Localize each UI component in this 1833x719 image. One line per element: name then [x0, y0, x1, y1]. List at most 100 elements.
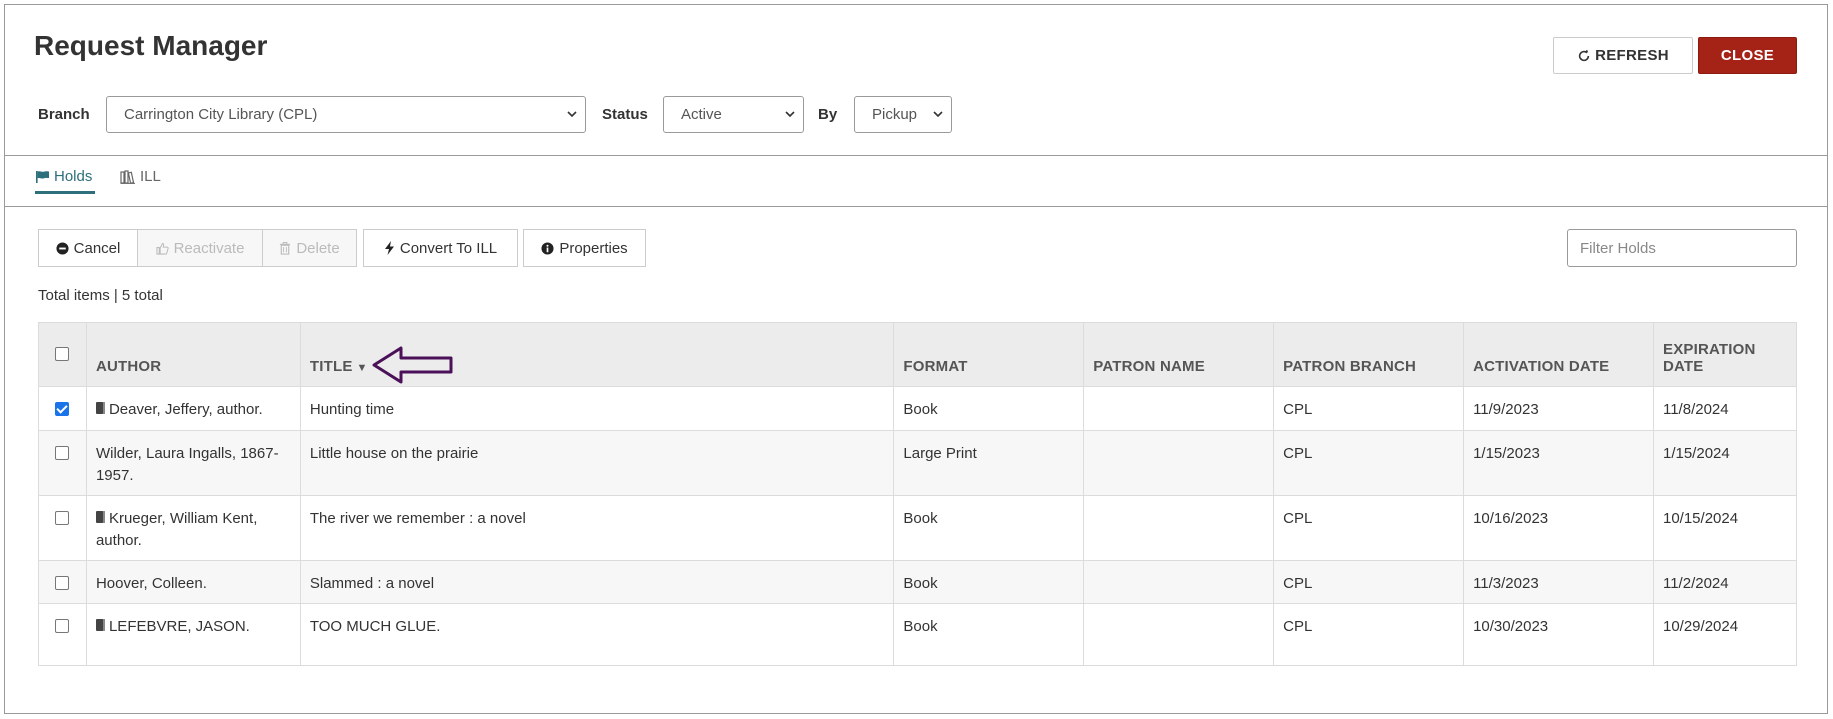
- reactivate-button[interactable]: Reactivate: [137, 229, 263, 267]
- cancel-label: Cancel: [73, 239, 121, 257]
- table-header-row: AUTHOR TITLE ▼ FORMAT PATRON NAME PATRON …: [38, 322, 1798, 387]
- cell-title: TOO MUCH GLUE.: [299, 603, 895, 666]
- tab-holds[interactable]: Holds: [35, 168, 92, 185]
- properties-label: Properties: [559, 239, 628, 257]
- cell-author: LEFEBVRE, JASON.: [85, 603, 301, 666]
- active-tab-indicator: [35, 191, 95, 194]
- table-row[interactable]: Wilder, Laura Ingalls, 1867-1957. Little …: [38, 430, 1798, 496]
- cell-title: Little house on the prairie: [299, 430, 895, 496]
- column-header-author[interactable]: AUTHOR: [85, 322, 301, 387]
- row-checkbox[interactable]: [55, 619, 70, 634]
- book-icon: [95, 619, 105, 631]
- table-row[interactable]: LEFEBVRE, JASON. TOO MUCH GLUE. Book CPL 10/…: [38, 603, 1798, 666]
- cell-patron-branch: CPL: [1273, 560, 1465, 604]
- tab-ill[interactable]: ILL: [120, 168, 161, 185]
- cell-patron-name: [1083, 386, 1275, 431]
- cell-expiration-date: 11/2/2024: [1652, 560, 1798, 604]
- info-circle-icon: [541, 241, 554, 255]
- table-row[interactable]: Deaver, Jeffery, author. Hunting time Book…: [38, 386, 1798, 431]
- cell-patron-branch: CPL: [1273, 495, 1465, 561]
- properties-button[interactable]: Properties: [523, 229, 646, 267]
- cell-expiration-date: 10/29/2024: [1652, 603, 1798, 666]
- row-select-cell[interactable]: [38, 560, 87, 604]
- status-select-value: Active: [681, 106, 722, 123]
- cell-format: Book: [893, 386, 1085, 431]
- cell-activation-date: 11/3/2023: [1463, 560, 1654, 604]
- refresh-label: REFRESH: [1595, 47, 1669, 64]
- branch-label: Branch: [38, 106, 90, 123]
- cell-author: Deaver, Jeffery, author.: [85, 386, 301, 431]
- row-select-cell[interactable]: [38, 603, 87, 666]
- tab-holds-label: Holds: [54, 168, 93, 185]
- divider: [4, 155, 1828, 156]
- cell-title: Hunting time: [299, 386, 895, 431]
- delete-label: Delete: [296, 239, 340, 257]
- row-checkbox[interactable]: [55, 576, 70, 591]
- column-header-patron-name[interactable]: PATRON NAME: [1083, 322, 1275, 387]
- convert-to-ill-label: Convert To ILL: [399, 239, 498, 257]
- bolt-icon: [384, 241, 394, 255]
- row-select-cell[interactable]: [38, 495, 87, 561]
- by-select[interactable]: Pickup: [854, 96, 952, 133]
- tab-ill-label: ILL: [140, 168, 161, 185]
- page-title: Request Manager: [34, 30, 268, 61]
- refresh-icon: [1578, 49, 1590, 61]
- branch-select-value: Carrington City Library (CPL): [124, 106, 318, 123]
- cell-expiration-date: 10/15/2024: [1652, 495, 1798, 561]
- author-text: Deaver, Jeffery, author.: [108, 401, 263, 418]
- column-header-title-label: TITLE: [309, 358, 353, 375]
- sort-down-icon: ▼: [356, 362, 368, 374]
- cell-activation-date: 10/16/2023: [1463, 495, 1654, 561]
- cell-expiration-date: 1/15/2024: [1652, 430, 1798, 496]
- table-row[interactable]: Krueger, William Kent, author. The river …: [38, 495, 1798, 561]
- by-label: By: [818, 106, 838, 123]
- row-checkbox[interactable]: [55, 511, 70, 526]
- cell-patron-name: [1083, 430, 1275, 496]
- total-items-text: Total items | 5 total: [38, 287, 163, 304]
- column-header-patron-branch[interactable]: PATRON BRANCH: [1273, 322, 1465, 387]
- cell-activation-date: 11/9/2023: [1463, 386, 1654, 431]
- column-header-expiration-date[interactable]: EXPIRATION DATE: [1652, 322, 1798, 387]
- row-checkbox[interactable]: [55, 402, 70, 417]
- select-all-checkbox[interactable]: [55, 347, 70, 362]
- minus-circle-icon: [56, 241, 69, 255]
- cell-patron-branch: CPL: [1273, 386, 1465, 431]
- cell-title: The river we remember : a novel: [299, 495, 895, 561]
- table-row[interactable]: Hoover, Colleen. Slammed : a novel Book CPL…: [38, 560, 1798, 604]
- author-text: Krueger, William Kent, author.: [95, 510, 258, 549]
- cancel-button[interactable]: Cancel: [38, 229, 138, 267]
- author-text: Wilder, Laura Ingalls, 1867-1957.: [95, 445, 279, 484]
- column-header-format[interactable]: FORMAT: [893, 322, 1085, 387]
- trash-icon: [280, 241, 291, 255]
- author-text: Hoover, Colleen.: [95, 575, 207, 592]
- row-select-cell[interactable]: [38, 386, 87, 431]
- cell-author: Wilder, Laura Ingalls, 1867-1957.: [85, 430, 301, 496]
- branch-select[interactable]: Carrington City Library (CPL): [106, 96, 586, 133]
- holds-table: AUTHOR TITLE ▼ FORMAT PATRON NAME PATRON …: [38, 322, 1798, 666]
- select-all-cell[interactable]: [38, 322, 87, 387]
- row-select-cell[interactable]: [38, 430, 87, 496]
- close-button[interactable]: CLOSE: [1698, 37, 1797, 74]
- cell-author: Hoover, Colleen.: [85, 560, 301, 604]
- row-checkbox[interactable]: [55, 446, 70, 461]
- cell-expiration-date: 11/8/2024: [1652, 386, 1798, 431]
- column-header-activation-date[interactable]: ACTIVATION DATE: [1463, 322, 1654, 387]
- convert-to-ill-button[interactable]: Convert To ILL: [363, 229, 518, 267]
- status-select[interactable]: Active: [663, 96, 804, 133]
- chevron-down-icon: [933, 111, 943, 118]
- filter-holds-input[interactable]: Filter Holds: [1567, 229, 1797, 267]
- book-icon: [95, 511, 105, 523]
- cell-patron-name: [1083, 495, 1275, 561]
- cell-activation-date: 1/15/2023: [1463, 430, 1654, 496]
- cell-patron-name: [1083, 603, 1275, 666]
- divider: [4, 206, 1828, 207]
- thumbs-up-icon: [155, 242, 169, 255]
- delete-button[interactable]: Delete: [262, 229, 357, 267]
- refresh-button[interactable]: REFRESH: [1553, 37, 1693, 74]
- cell-activation-date: 10/30/2023: [1463, 603, 1654, 666]
- books-icon: [120, 169, 135, 184]
- cell-format: Book: [893, 560, 1085, 604]
- cell-author: Krueger, William Kent, author.: [85, 495, 301, 561]
- cell-format: Book: [893, 603, 1085, 666]
- flag-icon: [36, 170, 49, 183]
